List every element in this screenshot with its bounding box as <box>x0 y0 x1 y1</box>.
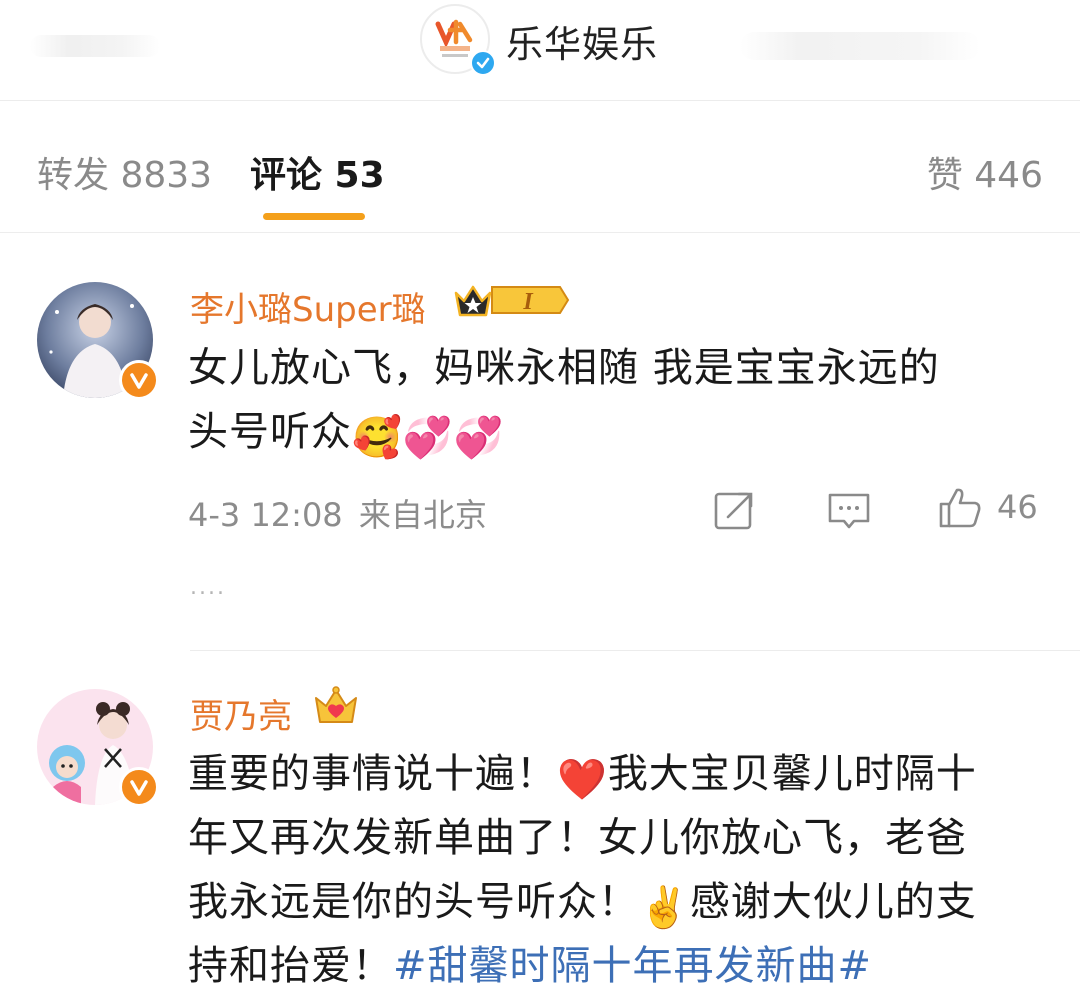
comment-text-line: 年又再次发新单曲了！女儿你放心飞，老爸 <box>188 815 967 861</box>
comment-divider <box>190 650 1080 651</box>
comment-text-line: 重要的事情说十遍！❤️我大宝贝馨儿时隔十 <box>188 751 977 803</box>
verified-orange-icon <box>119 767 159 807</box>
comment-username[interactable]: 贾乃亮 <box>190 689 292 738</box>
account-name[interactable]: 乐华娱乐 <box>506 14 658 68</box>
victory-hand-emoji: ✌️ <box>639 885 690 931</box>
tab-comments[interactable]: 评论 53 <box>250 146 385 198</box>
reply-button[interactable] <box>826 488 872 534</box>
comment-location: 来自北京 <box>358 496 487 534</box>
thumbs-up-icon <box>939 488 981 528</box>
verified-blue-icon <box>470 50 496 76</box>
repost-button[interactable] <box>711 488 757 534</box>
post-header: 乐华娱乐 <box>0 0 1080 101</box>
verified-orange-icon <box>119 360 159 400</box>
share-icon <box>714 492 753 530</box>
comment-meta: 4-3 12:08 来自北京 <box>188 490 487 536</box>
crown-heart-icon[interactable] <box>312 684 360 732</box>
smiling-face-hearts-emoji: 🥰 <box>352 415 403 461</box>
avatar[interactable] <box>37 689 159 807</box>
hashtag-link[interactable]: #甜馨时隔十年再发新曲# <box>393 943 872 989</box>
comment-text-line: 女儿放心飞，妈咪永相随 我是宝宝永远的 <box>188 345 940 391</box>
comment-time: 4-3 12:08 <box>188 496 343 534</box>
vip-crown-level-badge-icon[interactable]: I <box>452 279 570 325</box>
two-hearts-emoji: 💞 <box>453 415 505 461</box>
like-count: 46 <box>997 488 1038 526</box>
blurred-area-left <box>30 35 160 57</box>
comment-text: 女儿放心飞，妈咪永相随 我是宝宝永远的 头号听众🥰💞💞 <box>188 336 1058 464</box>
two-hearts-emoji: 💞 <box>402 415 454 461</box>
comment-text-line: 持和抬爱！#甜馨时隔十年再发新曲# <box>188 943 873 989</box>
red-heart-emoji: ❤️ <box>557 757 608 803</box>
comment-text-line: 头号听众🥰💞💞 <box>188 409 505 461</box>
comment-text: 重要的事情说十遍！❤️我大宝贝馨儿时隔十 年又再次发新单曲了！女儿你放心飞，老爸… <box>188 742 1058 998</box>
comment-username[interactable]: 李小璐Super璐 <box>190 282 426 331</box>
tab-active-indicator <box>263 213 365 220</box>
comment-icon <box>828 493 870 529</box>
comment-text-line: 我永远是你的头号听众！✌️感谢大伙儿的支 <box>188 879 977 931</box>
avatar[interactable] <box>37 282 159 400</box>
svg-text:I: I <box>522 289 534 315</box>
tab-forward[interactable]: 转发 8833 <box>37 146 212 198</box>
blurred-area-right <box>740 32 980 60</box>
like-button[interactable]: 46 <box>937 484 1038 530</box>
tab-likes[interactable]: 赞 446 <box>927 146 1043 198</box>
tab-bar: 转发 8833 评论 53 赞 446 <box>0 100 1080 233</box>
more-replies-ellipsis[interactable]: .... <box>190 575 226 600</box>
